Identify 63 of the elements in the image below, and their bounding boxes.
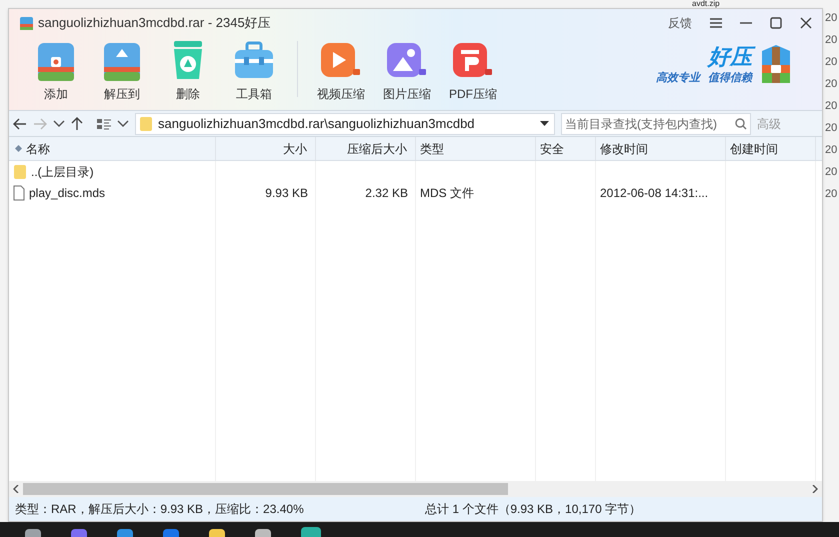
table-cell-text: play_disc.mds: [29, 184, 106, 202]
background-date: 20: [825, 11, 838, 26]
close-icon[interactable]: [800, 17, 812, 29]
brand-slogan: 高效专业: [656, 70, 700, 86]
chevron-down-icon[interactable]: [117, 120, 129, 128]
scrollbar-thumb[interactable]: [23, 483, 508, 495]
table-cell-text: MDS 文件: [420, 184, 474, 202]
sort-icon: [15, 145, 22, 152]
toolbar-button[interactable]: PDF压缩: [440, 37, 506, 103]
toolbar-button[interactable]: 解压到: [89, 37, 155, 103]
column-header[interactable]: 类型: [416, 137, 536, 160]
address-field[interactable]: sanguolizhizhuan3mcdbd.rar\sanguolizhizhuan3mcdbd: [135, 112, 555, 134]
maximize-icon[interactable]: [770, 17, 782, 29]
folder-icon: [139, 116, 153, 132]
chevron-down-icon[interactable]: [53, 120, 65, 128]
dropdown-arrow-icon[interactable]: [540, 121, 549, 126]
table-cell-text: 2.32 KB: [365, 184, 408, 202]
scroll-left-icon[interactable]: [13, 485, 19, 493]
column-header[interactable]: 创建时间: [726, 137, 816, 160]
table-cell-text: ..(上层目录): [31, 164, 94, 180]
feedback-link[interactable]: 反馈: [668, 14, 692, 32]
window-title: sanguolizhizhuan3mcdbd.rar - 2345好压: [38, 14, 271, 32]
status-text: 类型：RAR，解压后大小：9.93 KB，压缩比：23.40%: [15, 501, 305, 518]
app-icon[interactable]: [117, 529, 133, 537]
app-icon[interactable]: [255, 529, 271, 537]
scroll-right-icon[interactable]: [812, 485, 818, 493]
brand-slogan: 值得信赖: [708, 70, 752, 86]
background-date: 20: [825, 99, 838, 114]
column-header[interactable]: 名称: [9, 137, 216, 160]
app-icon[interactable]: [25, 529, 41, 537]
background-date: 20: [825, 55, 838, 70]
column-header[interactable]: 大小: [216, 137, 316, 160]
search-field[interactable]: 当前目录查找(支持包内查找): [561, 112, 751, 134]
column-header[interactable]: 安全: [536, 137, 596, 160]
view-mode-icon[interactable]: [97, 118, 111, 130]
background-date: 20: [825, 143, 838, 158]
column-header[interactable]: 压缩后大小: [316, 137, 416, 160]
background-date: 20: [825, 33, 838, 48]
app-icon[interactable]: [209, 529, 225, 537]
horizontal-scrollbar[interactable]: [9, 481, 822, 497]
app-icon[interactable]: [301, 527, 321, 537]
background-date: 20: [825, 121, 838, 136]
toolbar-button[interactable]: 工具箱: [221, 37, 287, 103]
background-file-name: avdt.zip: [692, 0, 720, 8]
file-icon: [13, 184, 25, 200]
toolbar-button[interactable]: 视频压缩: [308, 37, 374, 103]
background-date: 20: [825, 165, 838, 180]
table-cell-text: 2012-06-08 14:31:...: [600, 184, 708, 202]
toolbar-button[interactable]: 删除: [155, 37, 221, 103]
back-icon[interactable]: [13, 118, 27, 130]
search-icon[interactable]: [735, 118, 747, 130]
toolbar-button[interactable]: 图片压缩: [374, 37, 440, 103]
folder-icon: [13, 164, 27, 180]
background-date: 20: [825, 77, 838, 92]
menu-icon[interactable]: [710, 18, 722, 28]
toolbar-button[interactable]: 添加: [23, 37, 89, 103]
up-icon[interactable]: [71, 116, 83, 130]
minimize-icon[interactable]: [740, 22, 752, 24]
app-logo-icon: [19, 16, 34, 30]
background-date: 20: [825, 187, 838, 202]
column-header[interactable]: 修改时间: [596, 137, 726, 160]
table-cell-text: 9.93 KB: [265, 184, 308, 202]
status-text: 总计 1 个文件（9.93 KB，10,170 字节）: [425, 501, 642, 518]
